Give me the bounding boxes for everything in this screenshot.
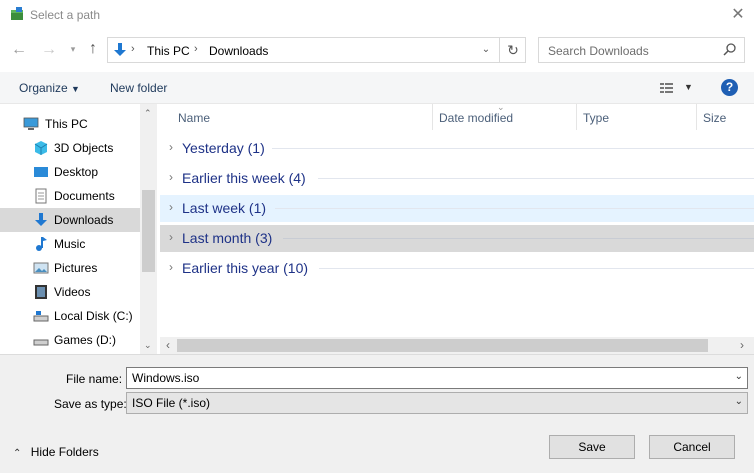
drive-icon	[33, 311, 49, 322]
music-icon	[36, 237, 47, 251]
group-earlier-this-year[interactable]: › Earlier this year (10)	[160, 255, 754, 282]
nav-item-music[interactable]: Music	[0, 232, 140, 256]
group-last-week[interactable]: › Last week (1)	[160, 195, 754, 222]
file-name-label: File name:	[66, 372, 123, 386]
breadcrumb-downloads[interactable]: Downloads	[209, 44, 268, 58]
view-dropdown-icon[interactable]: ▼	[684, 82, 693, 92]
scroll-left-icon[interactable]: ‹	[166, 338, 170, 352]
desktop-icon	[34, 167, 48, 177]
up-button[interactable]: ↑	[84, 40, 102, 58]
hide-folders-label: Hide Folders	[30, 445, 99, 459]
chevron-down-icon: ⌄	[734, 396, 743, 407]
nav-item-downloads[interactable]: Downloads	[0, 208, 140, 232]
chevron-right-icon: ›	[169, 170, 173, 184]
scrollbar-thumb[interactable]	[142, 190, 155, 272]
nav-item-pictures[interactable]: Pictures	[0, 256, 140, 280]
app-icon	[11, 7, 23, 20]
recent-locations-button[interactable]: ▾	[64, 44, 82, 55]
command-bar: Organize ▼ New folder ▼ ?	[0, 72, 754, 104]
save-as-type-select[interactable]: ISO File (*.iso) ⌄	[126, 392, 748, 414]
scroll-up-icon[interactable]: ⌃	[144, 108, 152, 119]
this-pc-icon	[23, 117, 39, 130]
pictures-icon	[33, 262, 49, 274]
new-folder-button[interactable]: New folder	[110, 81, 167, 95]
file-list: Name ⌄ Date modified Type Size › Yesterd…	[160, 102, 754, 354]
nav-scrollbar[interactable]: ⌃ ⌄	[140, 104, 157, 354]
window-title: Select a path	[30, 8, 101, 22]
column-type[interactable]: Type	[577, 104, 697, 130]
chevron-right-icon: ›	[169, 140, 173, 154]
close-button[interactable]: ✕	[728, 5, 748, 25]
cancel-button[interactable]: Cancel	[649, 435, 735, 459]
horizontal-scrollbar[interactable]: ‹ ›	[160, 337, 754, 354]
chevron-right-icon: ›	[169, 230, 173, 244]
organize-menu[interactable]: Organize ▼	[19, 81, 80, 95]
downloads-icon	[35, 213, 47, 226]
column-name[interactable]: Name	[172, 104, 433, 130]
breadcrumb-this-pc[interactable]: This PC	[147, 44, 190, 58]
view-options-icon[interactable]	[659, 81, 675, 95]
file-name-field[interactable]: Windows.iso ⌄	[126, 367, 748, 389]
chevron-down-icon[interactable]: ⌄	[735, 371, 743, 382]
nav-item-videos[interactable]: Videos	[0, 280, 140, 304]
scroll-right-icon[interactable]: ›	[740, 338, 744, 352]
organize-label: Organize	[19, 81, 68, 95]
group-earlier-this-week[interactable]: › Earlier this week (4)	[160, 165, 754, 192]
nav-item-desktop[interactable]: Desktop	[0, 160, 140, 184]
column-size[interactable]: Size	[697, 104, 754, 130]
nav-item-local-disk-c[interactable]: Local Disk (C:)	[0, 304, 140, 328]
address-dropdown-button[interactable]: ⌄	[474, 38, 498, 62]
group-yesterday[interactable]: › Yesterday (1)	[160, 135, 754, 162]
save-as-type-label: Save as type:	[54, 397, 127, 411]
back-button[interactable]: ←	[10, 41, 28, 59]
nav-item-games-d[interactable]: Games (D:)	[0, 328, 140, 352]
title-bar: Select a path ✕	[0, 0, 754, 31]
nav-item-this-pc[interactable]: This PC	[0, 112, 140, 136]
save-button[interactable]: Save	[549, 435, 635, 459]
caret-down-icon: ▼	[71, 84, 80, 94]
column-date-modified[interactable]: ⌄ Date modified	[433, 102, 577, 130]
dialog-footer: File name: Windows.iso ⌄ Save as type: I…	[0, 354, 754, 473]
documents-icon	[35, 188, 47, 204]
navigation-pane: This PC 3D Objects Desktop Documents Dow…	[0, 104, 157, 354]
3d-objects-icon	[34, 141, 48, 155]
hide-folders-toggle[interactable]: ⌃ Hide Folders	[13, 445, 99, 459]
chevron-up-icon: ⌃	[13, 448, 22, 459]
chevron-right-icon: ›	[169, 260, 173, 274]
scroll-down-icon[interactable]: ⌄	[144, 340, 152, 351]
refresh-button[interactable]: ↻	[499, 38, 526, 62]
search-icon	[723, 43, 736, 56]
scrollbar-thumb[interactable]	[177, 339, 708, 352]
help-icon[interactable]: ?	[721, 79, 738, 96]
videos-icon	[35, 285, 47, 299]
chevron-right-icon: ›	[169, 200, 173, 214]
nav-item-3d-objects[interactable]: 3D Objects	[0, 136, 140, 160]
group-last-month[interactable]: › Last month (3)	[160, 225, 754, 252]
nav-item-documents[interactable]: Documents	[0, 184, 140, 208]
drive-icon	[33, 339, 49, 346]
search-placeholder: Search Downloads	[548, 44, 649, 58]
chevron-right-icon: ›	[194, 43, 198, 55]
address-bar[interactable]: › This PC › Downloads ⌄ ↻	[107, 37, 526, 63]
search-input[interactable]: Search Downloads	[538, 37, 745, 63]
chevron-right-icon: ›	[131, 43, 135, 55]
forward-button[interactable]: →	[40, 41, 58, 59]
downloads-icon	[114, 43, 126, 56]
